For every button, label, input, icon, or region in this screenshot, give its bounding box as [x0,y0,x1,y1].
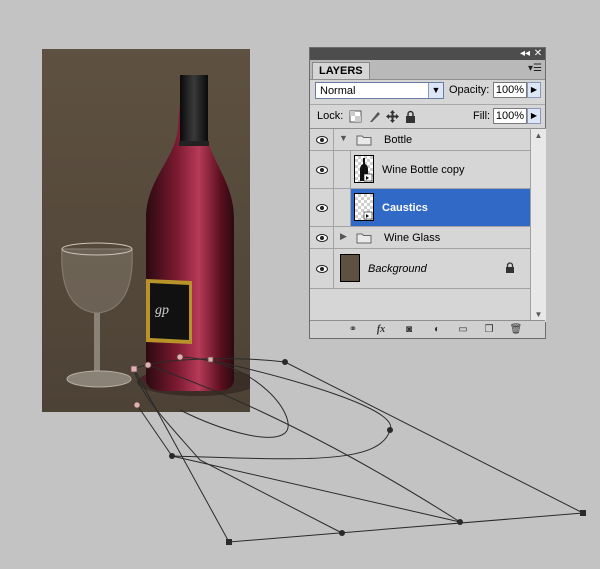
blend-row: Normal ▼ Opacity: 100% ▶ [310,79,545,103]
panel-footer: ⚭ fx ◙ ◐ ▭ ❐ 🗑 [310,320,545,338]
lock-move-icon[interactable] [386,110,399,123]
layer-thumbnail [354,155,374,183]
layer-list-scrollbar[interactable]: ▲ ▼ [530,128,546,322]
collapse-icon[interactable]: ◂◂ [519,48,531,60]
mask-icon[interactable]: ◙ [400,322,418,337]
opacity-arrow-icon[interactable]: ▶ [527,82,541,98]
tab-layers[interactable]: LAYERS [312,62,370,79]
layer-row-wine-glass[interactable]: ▶ Wine Glass [310,227,530,249]
lock-transparency-icon[interactable] [349,110,362,123]
wine-artwork: gp [42,49,250,412]
visibility-eye-icon[interactable] [310,189,334,226]
layer-name: Wine Glass [384,232,441,244]
folder-icon [356,135,372,146]
link-icon[interactable]: ⚭ [344,322,362,337]
visibility-eye-icon[interactable] [310,129,334,150]
group-collapsed-arrow-icon[interactable]: ▶ [340,231,347,242]
opacity-input[interactable]: 100% [493,82,527,98]
close-icon[interactable]: ✕ [532,48,544,60]
visibility-eye-icon[interactable] [310,151,334,188]
layer-row-caustics[interactable]: Caustics [310,189,530,227]
visibility-eye-icon[interactable] [310,227,334,248]
trash-icon[interactable]: 🗑 [507,322,525,337]
layer-row-bottle[interactable]: ▼ Bottle [310,129,530,151]
group-expand-arrow-icon[interactable]: ▼ [339,133,348,143]
fx-icon[interactable]: fx [372,322,390,337]
opacity-label: Opacity: [449,84,490,96]
panel-titlebar[interactable]: ◂◂ ✕ [310,48,545,60]
new-group-icon[interactable]: ▭ [454,322,472,337]
panel-tab-row: LAYERS ▾☰ [310,60,545,80]
fill-label: Fill: [473,110,491,122]
lock-all-icon[interactable] [404,110,417,123]
layer-list: ▼ Bottle Wine Bottle copy Caustics ▶ Win… [310,128,530,322]
lock-brush-icon[interactable] [368,110,381,123]
layer-name: Bottle [384,134,413,146]
fill-arrow-icon[interactable]: ▶ [527,108,541,124]
document-canvas[interactable]: gp [42,49,250,412]
layer-name: Caustics [382,202,428,214]
lock-row: Lock: Fill: 100% ▶ [310,104,545,127]
layer-thumbnail [340,254,360,282]
scroll-up-icon[interactable]: ▲ [531,129,546,143]
layer-name: Wine Bottle copy [382,164,465,176]
layer-row-wine-bottle-copy[interactable]: Wine Bottle copy [310,151,530,189]
chevron-down-icon[interactable]: ▼ [428,83,443,98]
new-layer-icon[interactable]: ❐ [480,322,498,337]
lock-icon [506,262,514,273]
layer-row-background[interactable]: Background [310,249,530,289]
lock-label: Lock: [317,110,344,122]
svg-text:gp: gp [155,303,169,318]
blend-mode-value: Normal [320,85,356,97]
layer-name: Background [368,263,427,275]
layer-thumbnail [354,193,374,221]
blend-mode-select[interactable]: Normal ▼ [315,82,444,99]
fill-input[interactable]: 100% [493,108,527,124]
adjustment-icon[interactable]: ◐ [428,322,446,337]
folder-icon [356,233,372,244]
layers-panel: ◂◂ ✕ LAYERS ▾☰ Normal ▼ Opacity: 100% ▶ … [309,47,546,339]
visibility-eye-icon[interactable] [310,249,334,288]
panel-menu-icon[interactable]: ▾☰ [528,63,542,75]
